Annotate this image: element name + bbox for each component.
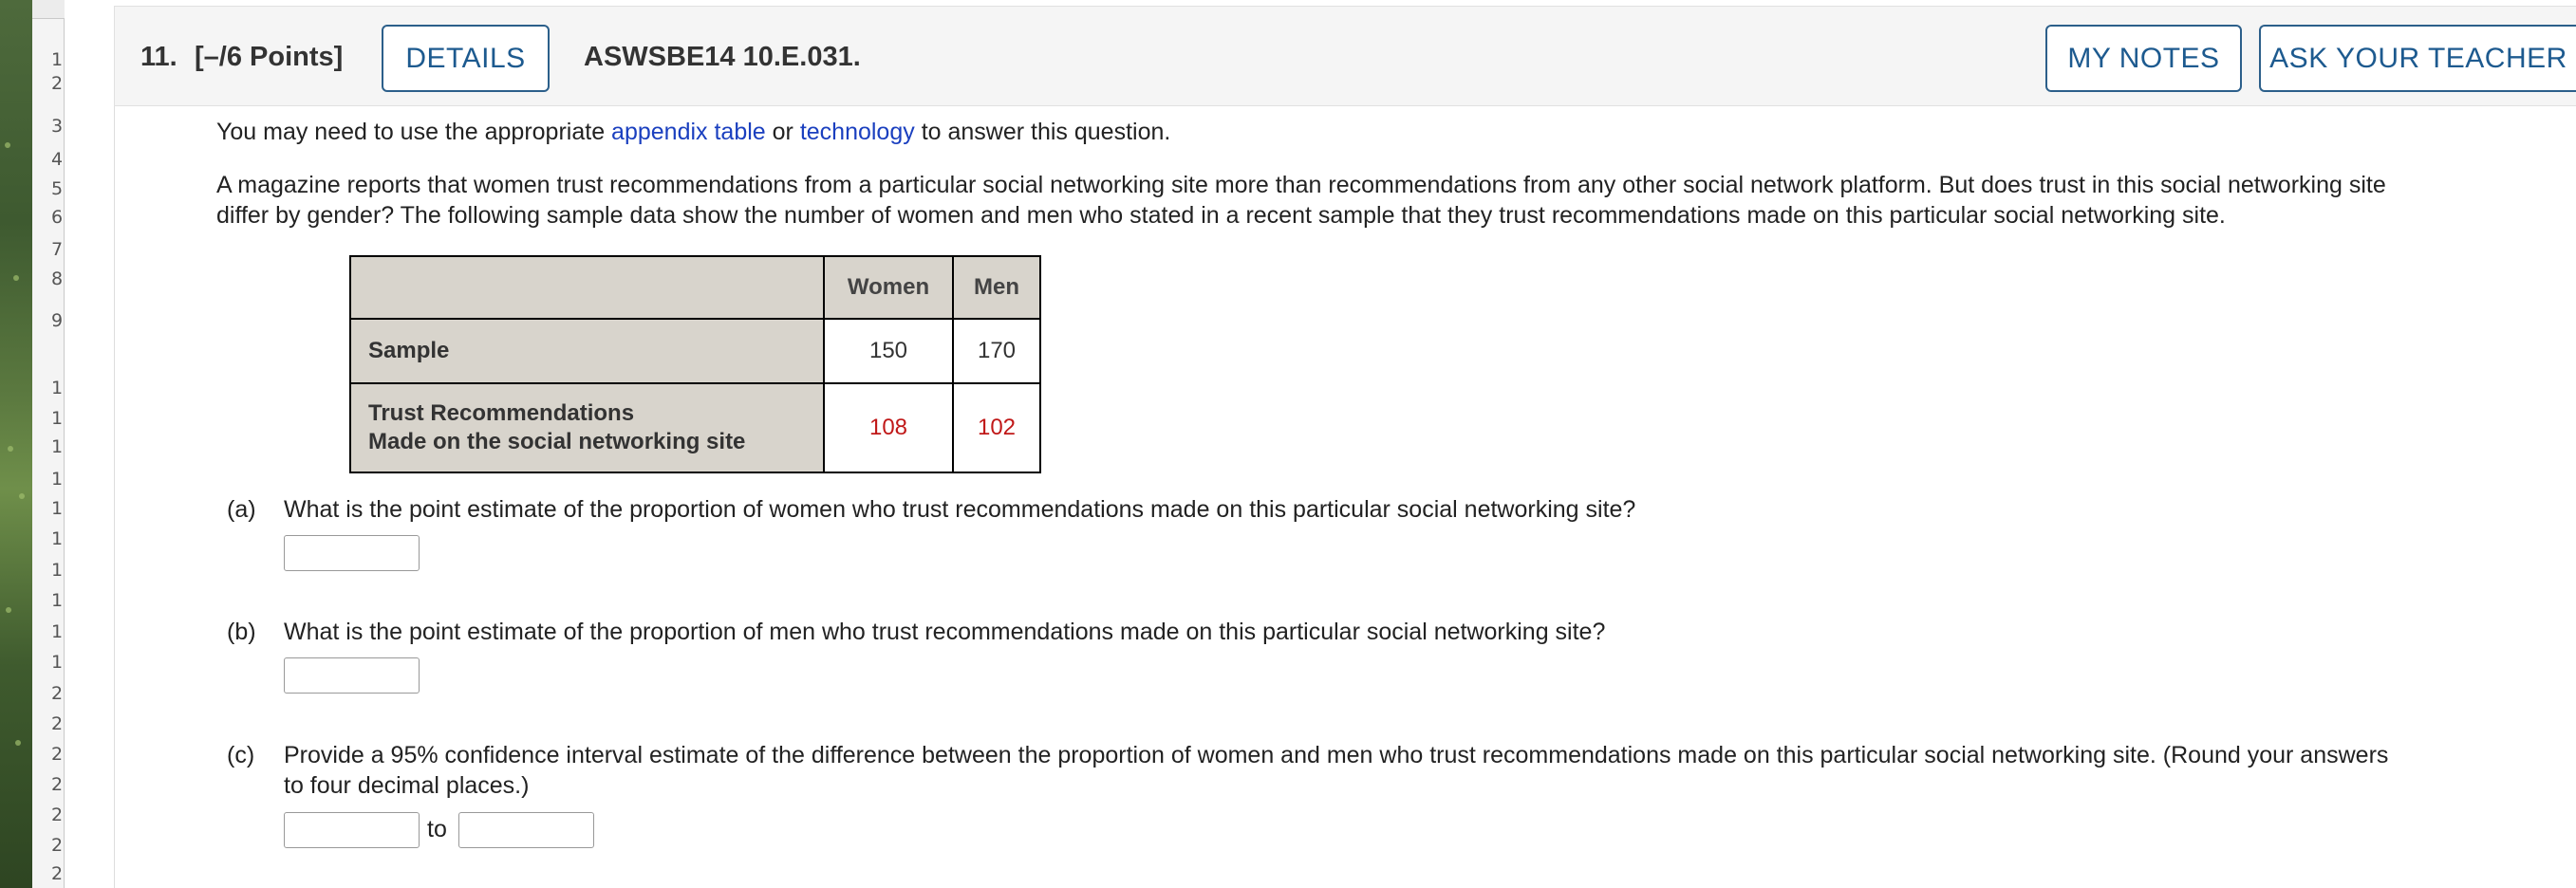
row-number: 2: [51, 805, 64, 825]
row-number: 1: [51, 436, 64, 457]
row-number: 1: [51, 621, 64, 642]
appendix-table-link[interactable]: appendix table: [611, 119, 766, 145]
row-label-trust-line2: Made on the social networking site: [368, 429, 746, 454]
intro-prefix: You may need to use the appropriate: [216, 119, 612, 145]
cell-sample-women: 150: [823, 318, 954, 384]
row-number: 9: [51, 310, 64, 331]
intro-middle: or: [765, 119, 800, 145]
row-label-trust: Trust Recommendations Made on the social…: [349, 382, 825, 473]
desktop-background-strip: [0, 0, 32, 888]
row-number: 2: [51, 683, 64, 704]
row-number: 1: [51, 498, 64, 519]
part-c-lower-bound-input[interactable]: [284, 812, 420, 848]
row-number: 8: [51, 268, 64, 289]
problem-code: ASWSBE14 10.E.031.: [584, 42, 861, 72]
row-number: 6: [51, 207, 64, 228]
row-number: 1: [51, 408, 64, 429]
my-notes-button[interactable]: MY NOTES: [2045, 25, 2242, 92]
row-number: 1: [51, 49, 64, 70]
row-label-trust-line1: Trust Recommendations: [368, 400, 635, 426]
part-a-label: (a): [227, 496, 256, 523]
problem-text-line2: differ by gender? The following sample d…: [216, 202, 2226, 229]
question-points: [–/6 Points]: [195, 42, 344, 72]
table-row-sample: Sample 150 170: [349, 318, 1041, 384]
intro-suffix: to answer this question.: [914, 119, 1171, 145]
part-b-answer-input[interactable]: [284, 657, 420, 694]
technology-link[interactable]: technology: [800, 119, 915, 145]
row-number: 2: [51, 73, 64, 94]
cell-sample-men: 170: [952, 318, 1041, 384]
cell-trust-men: 102: [952, 382, 1041, 473]
sample-data-table: Women Men Sample 150 170 Trust Recommend…: [349, 255, 1041, 473]
row-number: 1: [51, 652, 64, 673]
row-number: 2: [51, 744, 64, 765]
interval-to-label: to: [427, 816, 447, 842]
row-number: 2: [51, 835, 64, 856]
part-c-question-line2: to four decimal places.): [284, 772, 530, 799]
details-button[interactable]: DETAILS: [382, 25, 550, 92]
ask-your-teacher-button[interactable]: ASK YOUR TEACHER: [2259, 25, 2576, 92]
part-c-upper-bound-input[interactable]: [458, 812, 594, 848]
column-header-men: Men: [952, 255, 1041, 320]
row-number: 2: [51, 863, 64, 884]
row-number: 1: [51, 560, 64, 581]
table-row-trust: Trust Recommendations Made on the social…: [349, 382, 1041, 473]
part-a-answer-input[interactable]: [284, 535, 420, 571]
part-b-question: What is the point estimate of the propor…: [284, 619, 1606, 645]
row-number: 7: [51, 239, 64, 260]
row-number: 1: [51, 469, 64, 490]
row-number: 5: [51, 178, 64, 199]
row-label-sample: Sample: [349, 318, 825, 384]
part-b-label: (b): [227, 619, 256, 645]
spreadsheet-row-gutter: 1 2 3 4 5 6 7 8 9 1 1 1 1 1 1 1 1 1 1 2 …: [32, 0, 65, 888]
problem-text-line1: A magazine reports that women trust reco…: [216, 172, 2386, 198]
row-number: 2: [51, 713, 64, 734]
gutter-corner-cell: [32, 0, 65, 19]
row-number: 2: [51, 774, 64, 795]
row-number: 1: [51, 528, 64, 549]
row-number: 1: [51, 378, 64, 398]
part-c-label: (c): [227, 742, 255, 768]
table-header-row: Women Men: [349, 255, 1041, 320]
row-number: 3: [51, 116, 64, 137]
row-number: 4: [51, 149, 64, 170]
row-number: 1: [51, 590, 64, 611]
part-c-question-line1: Provide a 95% confidence interval estima…: [284, 742, 2389, 768]
table-corner-cell: [349, 255, 825, 320]
part-a-question: What is the point estimate of the propor…: [284, 496, 1636, 523]
intro-line: You may need to use the appropriate appe…: [216, 119, 1170, 146]
cell-trust-women: 108: [823, 382, 954, 473]
question-number: 11.: [140, 42, 177, 72]
column-header-women: Women: [823, 255, 954, 320]
